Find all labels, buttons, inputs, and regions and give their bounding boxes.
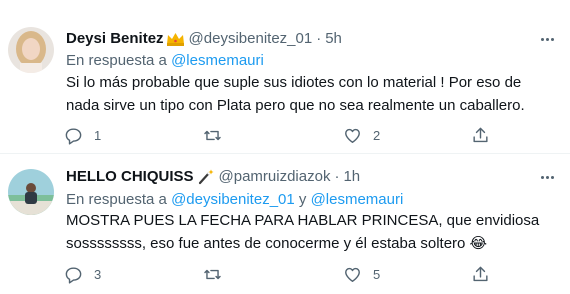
- heart-icon: [345, 267, 360, 282]
- user-handle[interactable]: @deysibenitez_01: [189, 29, 313, 49]
- reply-button[interactable]: 1: [64, 124, 101, 146]
- tweet[interactable]: Deysi Benitez @deysibenitez_01 · 5h En r…: [0, 0, 570, 154]
- retweet-icon: [204, 130, 221, 140]
- user-handle[interactable]: @pamruizdiazok: [219, 167, 331, 187]
- share-icon: [473, 266, 488, 281]
- more-options-icon[interactable]: [536, 168, 558, 186]
- reply-prefix: En respuesta a: [66, 191, 172, 208]
- heart-icon: [345, 128, 360, 143]
- like-button[interactable]: 5: [343, 263, 380, 285]
- reply-icon: [65, 266, 82, 284]
- like-count: 2: [373, 127, 381, 143]
- reply-icon: [65, 127, 82, 145]
- mention-link[interactable]: @deysibenitez_01: [171, 191, 295, 208]
- display-name[interactable]: HELLO CHIQUISS: [66, 167, 194, 187]
- more-options-icon[interactable]: [536, 30, 558, 48]
- share-icon: [473, 127, 488, 142]
- tweet-text: Si lo más probable que suple sus idiotes…: [66, 74, 525, 114]
- mention-link[interactable]: @lesmemauri: [311, 191, 404, 208]
- tweet[interactable]: HELLO CHIQUISS @pamruizdiazok · 1h En re…: [0, 154, 570, 294]
- separator-dot: ·: [316, 30, 322, 47]
- like-button[interactable]: 2: [343, 124, 380, 146]
- mention-joiner: y: [294, 191, 311, 208]
- timestamp[interactable]: 5h: [325, 29, 342, 49]
- mention-link[interactable]: @lesmemauri: [171, 52, 264, 69]
- reply-prefix: En respuesta a: [66, 52, 172, 69]
- tweet-header: Deysi Benitez @deysibenitez_01 · 5h: [66, 29, 342, 49]
- retweet-icon: [204, 269, 221, 279]
- avatar[interactable]: [8, 27, 54, 73]
- share-button[interactable]: [471, 124, 490, 146]
- retweet-button[interactable]: [203, 263, 233, 285]
- display-name[interactable]: Deysi Benitez: [66, 29, 164, 49]
- magic-wand-icon: [196, 169, 215, 185]
- share-button[interactable]: [471, 263, 490, 285]
- reply-context: En respuesta a @deysibenitez_01 y @lesme…: [66, 190, 403, 210]
- timestamp[interactable]: 1h: [343, 167, 360, 187]
- tweet-actions: 1 2: [60, 124, 500, 146]
- reply-count: 3: [94, 266, 102, 282]
- tweet-actions: 3 5: [60, 263, 500, 285]
- retweet-button[interactable]: [203, 124, 233, 146]
- tweet-header: HELLO CHIQUISS @pamruizdiazok · 1h: [66, 167, 360, 187]
- separator-dot: ·: [334, 168, 340, 185]
- reply-count: 1: [94, 127, 102, 143]
- reply-context: En respuesta a @lesmemauri: [66, 51, 264, 71]
- crown-icon: [166, 31, 185, 47]
- like-count: 5: [373, 266, 381, 282]
- reply-button[interactable]: 3: [64, 263, 101, 285]
- tweet-text: MOSTRA PUES LA FECHA PARA HABLAR PRINCES…: [66, 212, 540, 252]
- avatar[interactable]: [8, 169, 54, 215]
